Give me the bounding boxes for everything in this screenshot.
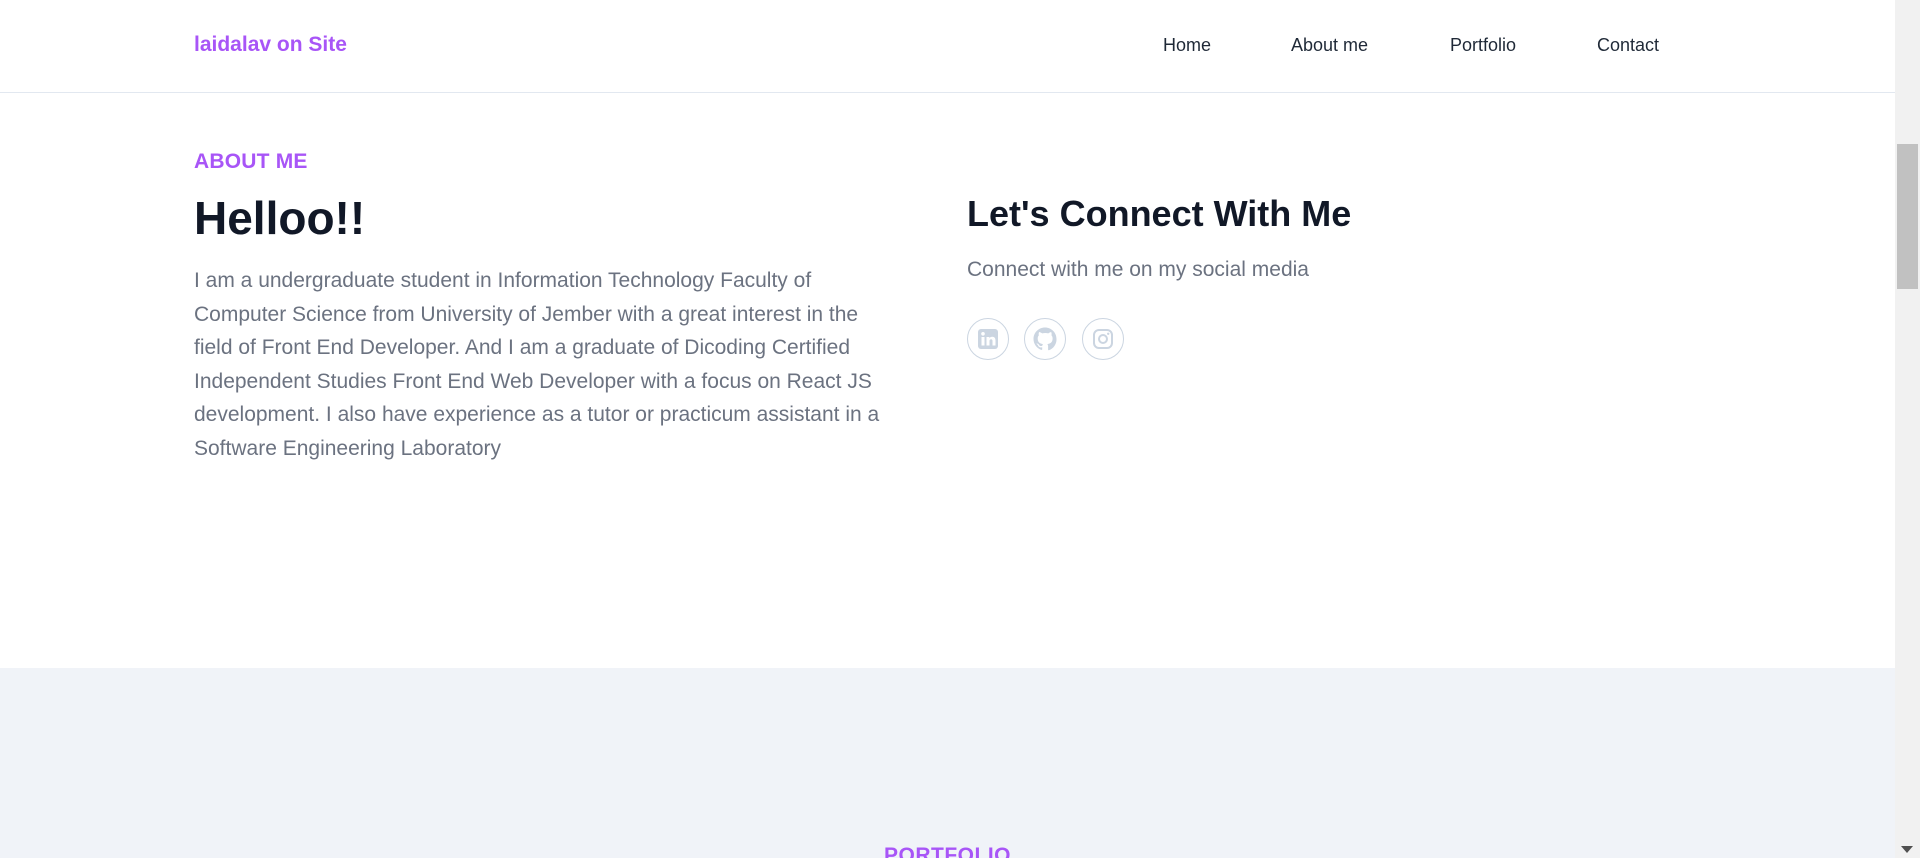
page: laidalav on Site Home About me Portfolio… bbox=[0, 0, 1895, 858]
navbar: laidalav on Site Home About me Portfolio… bbox=[0, 0, 1895, 93]
scroll-down-arrow-icon[interactable] bbox=[1901, 846, 1913, 853]
page-scrollbar[interactable] bbox=[1895, 0, 1920, 858]
section-label-about: ABOUT ME bbox=[194, 150, 308, 173]
about-section: ABOUT ME Helloo!! I am a undergraduate s… bbox=[0, 93, 1895, 668]
portfolio-section: PORTFOLIO bbox=[0, 668, 1895, 858]
about-heading: Helloo!! bbox=[194, 192, 366, 244]
brand-logo-link[interactable]: laidalav on Site bbox=[194, 33, 347, 57]
connect-subtitle: Connect with me on my social media bbox=[967, 258, 1309, 281]
scrollbar-thumb[interactable] bbox=[1897, 144, 1918, 289]
nav-link-contact[interactable]: Contact bbox=[1597, 35, 1659, 56]
instagram-button[interactable] bbox=[1082, 318, 1124, 360]
linkedin-button[interactable] bbox=[967, 318, 1009, 360]
section-label-portfolio: PORTFOLIO bbox=[884, 844, 1011, 858]
connect-heading: Let's Connect With Me bbox=[967, 193, 1352, 234]
nav-link-home[interactable]: Home bbox=[1163, 35, 1211, 56]
github-icon bbox=[1033, 327, 1057, 351]
instagram-icon bbox=[1091, 327, 1115, 351]
nav-link-about-me[interactable]: About me bbox=[1291, 35, 1368, 56]
about-bio: I am a undergraduate student in Informat… bbox=[194, 269, 880, 460]
nav-link-portfolio[interactable]: Portfolio bbox=[1450, 35, 1516, 56]
github-button[interactable] bbox=[1024, 318, 1066, 360]
linkedin-icon bbox=[976, 327, 1000, 351]
